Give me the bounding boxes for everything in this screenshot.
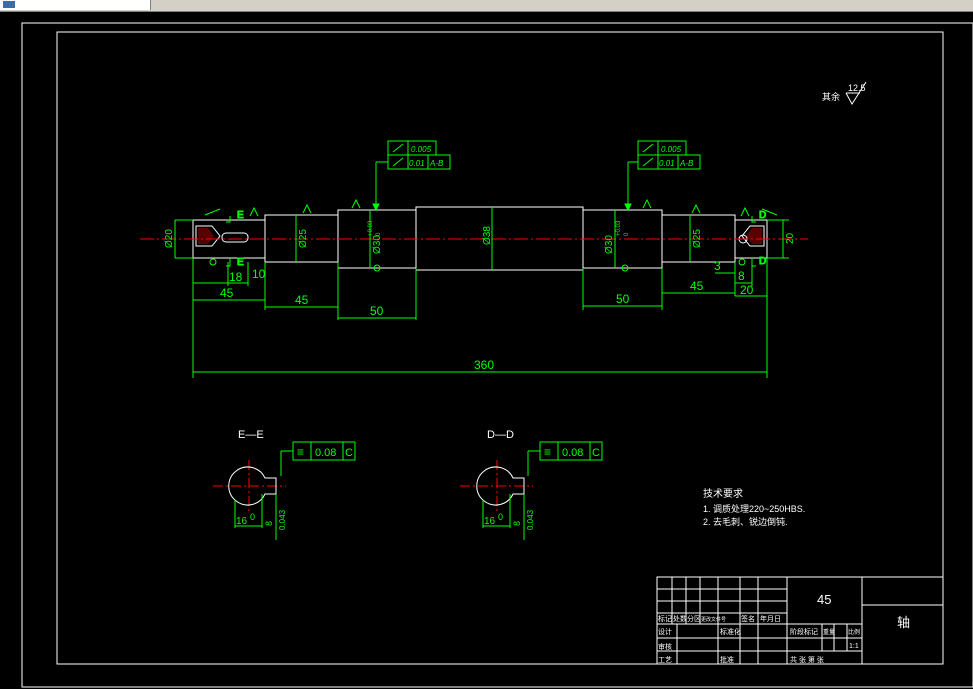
- dim-d20-left: Ø20: [164, 229, 175, 248]
- tb-hdr-count: 处数: [673, 614, 687, 623]
- gdt-left-t1: 0.005: [411, 145, 432, 154]
- dim-l18: 18: [229, 270, 243, 284]
- dim-d30-left-tol-lower: 0: [376, 232, 382, 236]
- section-d-datum: C: [592, 447, 600, 459]
- section-d-sym: ≡: [544, 445, 551, 459]
- dim-l45-b: 45: [295, 293, 309, 307]
- gdt-right-t1: 0.005: [661, 145, 682, 154]
- tb-stage-label: 阶段标记: [790, 627, 818, 636]
- roughness-rest-label: 其余: [822, 91, 840, 102]
- dim-l3: 3: [714, 259, 721, 273]
- drawing-canvas[interactable]: 其余 12.5 Ø20 Ø25 Ø30 +0.03 0 Ø38 Ø30 +0.0…: [0, 12, 973, 689]
- gdt-right-t2: 0.01: [659, 159, 675, 168]
- roughness-note: 其余 12.5: [822, 81, 867, 105]
- center-hole-left: [195, 225, 249, 247]
- gdt-left-text: 0.005 0.01 A-B: [409, 145, 444, 168]
- tb-scale-label: 比例: [848, 628, 860, 636]
- tb-sheets: 共 张 第 张: [790, 655, 824, 664]
- dim-d38: Ø38: [482, 226, 493, 245]
- dim-d20-right: 20: [785, 232, 796, 244]
- dim-l360: 360: [474, 358, 494, 372]
- section-e-d3: 8: [264, 521, 274, 526]
- dim-l50-b: 50: [616, 292, 630, 306]
- section-e-d2: 0: [250, 512, 255, 522]
- tb-hdr-mark: 标记: [658, 614, 672, 623]
- center-hole-right: [738, 225, 765, 247]
- section-d-d1: 16: [484, 516, 496, 527]
- dim-d30-left-tol-upper: +0.03: [368, 220, 374, 236]
- outer-border: [21, 22, 973, 688]
- tb-process: 工艺: [658, 656, 672, 664]
- dim-l20: 20: [740, 283, 754, 297]
- tb-hdr-sign: 签名: [741, 614, 755, 623]
- section-e-tol: 0.08: [315, 447, 336, 459]
- dim-d30-right-tol-lower: 0: [624, 232, 630, 236]
- section-mark-d-bottom: D: [759, 256, 766, 267]
- tb-hdr-doc: 更改文件号: [701, 616, 726, 623]
- roughness-rest-value: 12.5: [848, 83, 866, 93]
- tb-hdr-zone: 分区: [687, 614, 701, 623]
- title-block-text: 45 轴 标记 处数 分区 更改文件号 签名 年月日 设计 标准化 审核 工艺 …: [658, 592, 910, 664]
- section-d-d3: 8: [512, 521, 522, 526]
- tb-standard: 标准化: [720, 627, 741, 636]
- cad-window: 其余 12.5 Ø20 Ø25 Ø30 +0.03 0 Ø38 Ø30 +0.0…: [0, 0, 973, 689]
- section-d-view: D—D ≡ 0.08 C 16 0 8 0.043: [460, 429, 603, 540]
- shaft-roughness-marks: [204, 198, 778, 217]
- section-d-d4: 0.043: [526, 509, 535, 530]
- tb-approve: 批准: [720, 655, 734, 664]
- gdt-left-t2: 0.01: [409, 159, 425, 168]
- tb-part-name: 轴: [897, 615, 910, 630]
- gdt-right-datum: A-B: [679, 159, 694, 168]
- section-e-title: E—E: [238, 429, 264, 441]
- tech-requirements: 技术要求 1. 调质处理220~250HBS. 2. 去毛刺、锐边倒钝.: [703, 487, 805, 527]
- tech-line-2: 2. 去毛刺、锐边倒钝.: [703, 516, 788, 527]
- dim-l10: 10: [252, 267, 266, 281]
- section-e-d1: 16: [236, 516, 248, 527]
- dim-d25-right: Ø25: [692, 229, 703, 248]
- shaft-main-view: Ø20 Ø25 Ø30 +0.03 0 Ø38 Ø30 +0.03 0 Ø25 …: [140, 140, 808, 378]
- gdt-left-datum: A-B: [429, 159, 444, 168]
- dim-l50-a: 50: [370, 304, 384, 318]
- dim-d30-left: Ø30: [372, 235, 383, 254]
- section-e-d4: 0.043: [278, 509, 287, 530]
- datum-marks: [209, 258, 746, 272]
- section-e-view: E—E ≡ 0.08 C 16 0 8 0.043: [213, 429, 356, 540]
- tb-designer: 设计: [658, 627, 672, 636]
- drawing-tab[interactable]: [0, 0, 151, 10]
- window-titlebar: [0, 0, 973, 12]
- section-e-datum: C: [345, 447, 353, 459]
- dim-l8: 8: [738, 269, 745, 283]
- dim-d25-left: Ø25: [298, 229, 309, 248]
- dim-l45-a: 45: [220, 286, 234, 300]
- section-e-sym: ≡: [297, 445, 304, 459]
- section-d-tol: 0.08: [562, 447, 583, 459]
- tb-material: 45: [817, 592, 831, 607]
- section-d-title: D—D: [487, 429, 514, 441]
- tech-line-1: 1. 调质处理220~250HBS.: [703, 503, 805, 514]
- gdt-right-text: 0.005 0.01 A-B: [659, 145, 694, 168]
- tb-weight-label: 重量: [823, 628, 835, 636]
- section-mark-e-top: E: [237, 210, 244, 221]
- section-d-d2: 0: [498, 512, 503, 522]
- section-mark-e-bottom: E: [237, 257, 244, 268]
- tb-checker: 审核: [658, 642, 672, 651]
- diameter-labels: Ø20 Ø25 Ø30 +0.03 0 Ø38 Ø30 +0.03 0 Ø25 …: [164, 220, 796, 254]
- tech-heading: 技术要求: [703, 487, 743, 500]
- axial-labels: 18 10 45 45 50 50 45 3 8 20 360: [220, 259, 754, 372]
- dim-d30-right-tol-upper: +0.03: [616, 220, 622, 236]
- drawing-file-icon: [3, 1, 15, 8]
- tb-hdr-date: 年月日: [760, 614, 781, 623]
- section-mark-d-top: D: [759, 210, 766, 221]
- inner-border: [56, 31, 944, 665]
- dim-l45-c: 45: [690, 279, 704, 293]
- tb-scale: 1:1: [849, 643, 859, 650]
- dim-d30-right: Ø30: [604, 235, 615, 254]
